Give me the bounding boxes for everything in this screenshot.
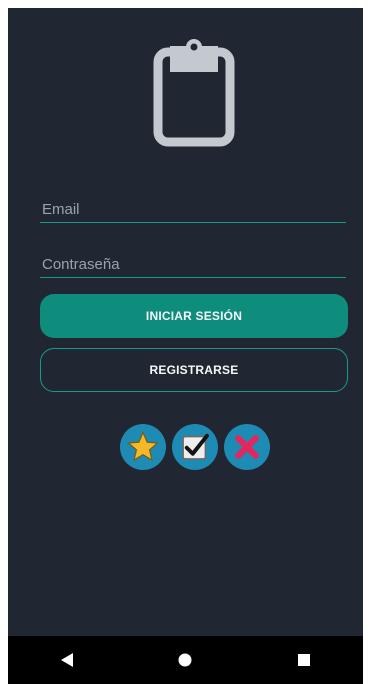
system-navigation-bar: [8, 636, 363, 684]
home-circle-icon[interactable]: [165, 645, 205, 675]
password-field[interactable]: [40, 243, 346, 278]
social-icons-row: [120, 424, 270, 470]
recents-square-icon[interactable]: [284, 645, 324, 675]
back-triangle-icon[interactable]: [47, 645, 87, 675]
checkbox-icon[interactable]: [172, 424, 218, 470]
app-screen: INICIAR SESIÓN REGISTRARSE: [8, 8, 363, 684]
star-icon[interactable]: [120, 424, 166, 470]
register-button[interactable]: REGISTRARSE: [40, 348, 348, 392]
clipboard-icon: [153, 39, 235, 147]
close-icon[interactable]: [224, 424, 270, 470]
email-field[interactable]: [40, 188, 346, 223]
login-button[interactable]: INICIAR SESIÓN: [40, 294, 348, 338]
password-input[interactable]: [42, 256, 332, 273]
email-input[interactable]: [42, 201, 332, 218]
